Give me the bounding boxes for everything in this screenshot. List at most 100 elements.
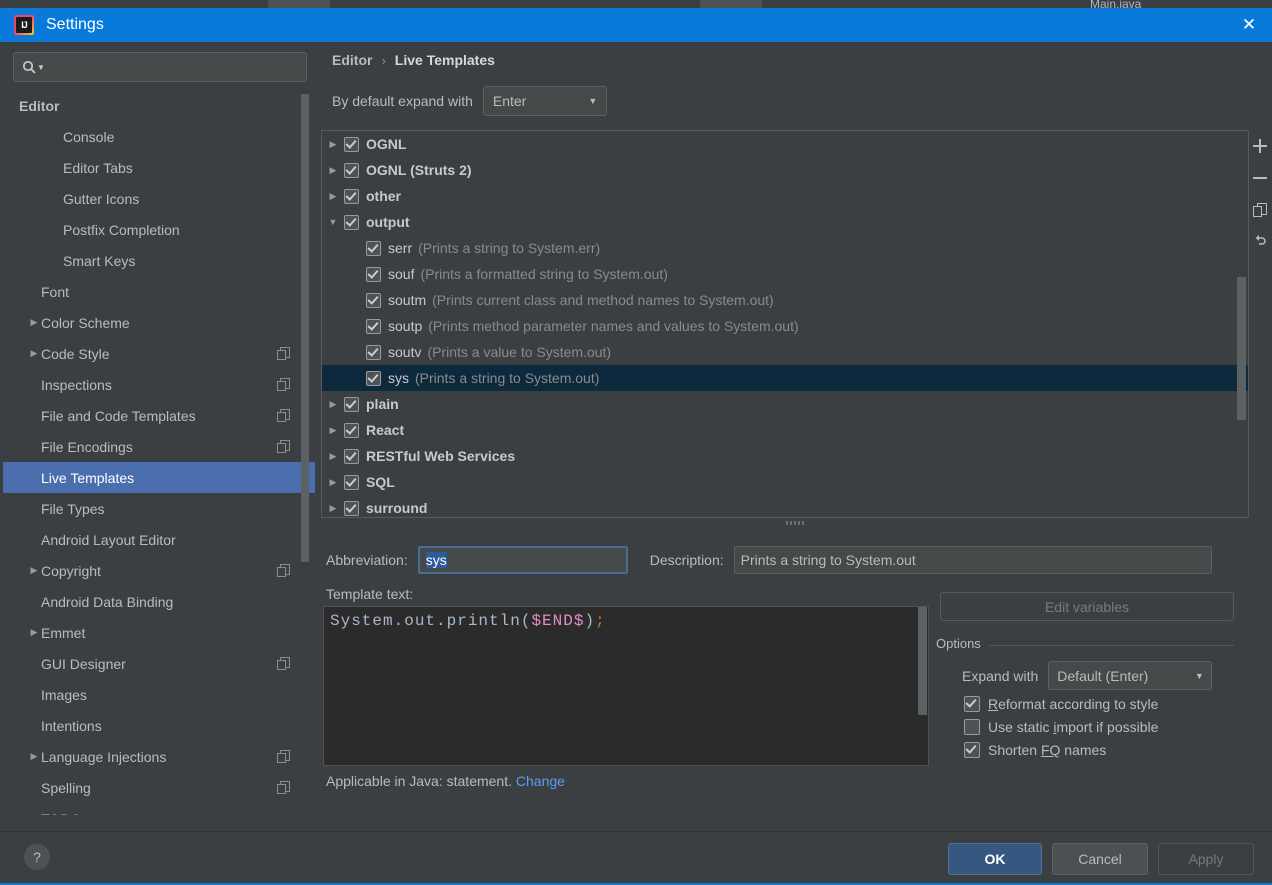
- template-row[interactable]: ▶ OGNL: [322, 131, 1248, 157]
- add-template-button[interactable]: [1248, 130, 1272, 162]
- sidebar-item-smart-keys[interactable]: Smart Keys: [3, 245, 315, 276]
- template-checkbox[interactable]: [344, 448, 359, 464]
- template-row[interactable]: ▶ React: [322, 417, 1248, 443]
- sidebar-item-language-injections[interactable]: ▶ Language Injections: [3, 741, 315, 772]
- cancel-button[interactable]: Cancel: [1052, 843, 1148, 875]
- abbreviation-field[interactable]: sys: [417, 546, 628, 574]
- option-checkbox[interactable]: [964, 742, 980, 758]
- sidebar-item-file-and-code-templates[interactable]: File and Code Templates: [3, 400, 315, 431]
- sidebar-item-copyright[interactable]: ▶ Copyright: [3, 555, 315, 586]
- sidebar-item-editor[interactable]: Editor: [3, 90, 315, 121]
- sidebar-item-color-scheme[interactable]: ▶ Color Scheme: [3, 307, 315, 338]
- default-expand-with-dropdown[interactable]: Enter ▼: [482, 86, 607, 116]
- sidebar-item-postfix-completion[interactable]: Postfix Completion: [3, 214, 315, 245]
- expand-arrow-icon[interactable]: ▶: [27, 348, 41, 359]
- option-checkbox-row[interactable]: Shorten FQ names: [964, 742, 1106, 758]
- sidebar-item-gui-designer[interactable]: GUI Designer: [3, 648, 315, 679]
- template-checkbox[interactable]: [344, 214, 359, 230]
- expand-with-dropdown[interactable]: Default (Enter) ▼: [1048, 661, 1213, 690]
- expand-arrow-icon[interactable]: ▶: [27, 751, 41, 762]
- search-input[interactable]: [44, 58, 306, 76]
- duplicate-template-button[interactable]: [1248, 194, 1272, 226]
- sidebar-item-inspections[interactable]: Inspections: [3, 369, 315, 400]
- sidebar-item-images[interactable]: Images: [3, 679, 315, 710]
- description-field[interactable]: Prints a string to System.out: [733, 546, 1212, 574]
- template-checkbox[interactable]: [366, 240, 381, 256]
- template-row[interactable]: soutv (Prints a value to System.out): [322, 339, 1248, 365]
- sidebar-item-live-templates[interactable]: Live Templates: [3, 462, 315, 493]
- template-checkbox[interactable]: [344, 422, 359, 438]
- change-context-link[interactable]: Change: [516, 773, 565, 789]
- template-checkbox[interactable]: [344, 162, 359, 178]
- revert-template-button[interactable]: [1248, 226, 1272, 258]
- sidebar-item-console[interactable]: Console: [3, 121, 315, 152]
- template-checkbox[interactable]: [366, 344, 381, 360]
- expand-arrow-icon[interactable]: ▶: [27, 627, 41, 638]
- expand-arrow-icon[interactable]: ▶: [322, 425, 344, 436]
- template-checkbox[interactable]: [344, 136, 359, 152]
- template-checkbox[interactable]: [366, 318, 381, 334]
- template-row[interactable]: ▶ SQL: [322, 469, 1248, 495]
- sidebar-scrollbar[interactable]: [301, 90, 309, 815]
- ok-button[interactable]: OK: [948, 843, 1042, 875]
- template-row[interactable]: ▶ RESTful Web Services: [322, 443, 1248, 469]
- sidebar-item-gutter-icons[interactable]: Gutter Icons: [3, 183, 315, 214]
- panel-splitter[interactable]: [318, 518, 1272, 528]
- close-icon[interactable]: ✕: [1226, 8, 1272, 42]
- sidebar-item-emmet[interactable]: ▶ Emmet: [3, 617, 315, 648]
- template-checkbox[interactable]: [344, 500, 359, 516]
- expand-arrow-icon[interactable]: ▶: [322, 503, 344, 514]
- sidebar-item-editor-tabs[interactable]: Editor Tabs: [3, 152, 315, 183]
- template-checkbox[interactable]: [366, 292, 381, 308]
- expand-arrow-icon[interactable]: ▶: [27, 565, 41, 576]
- template-checkbox[interactable]: [344, 188, 359, 204]
- template-text-scrollbar[interactable]: [917, 607, 928, 763]
- expand-arrow-icon[interactable]: ▶: [322, 191, 344, 202]
- sidebar-item-android-data-binding[interactable]: Android Data Binding: [3, 586, 315, 617]
- template-row[interactable]: soutp (Prints method parameter names and …: [322, 313, 1248, 339]
- sidebar-item-font[interactable]: Font: [3, 276, 315, 307]
- remove-template-button[interactable]: [1248, 162, 1272, 194]
- template-row[interactable]: ▼ output: [322, 209, 1248, 235]
- template-row[interactable]: ▶ other: [322, 183, 1248, 209]
- expand-arrow-icon[interactable]: ▶: [322, 139, 344, 150]
- template-checkbox[interactable]: [344, 474, 359, 490]
- template-row[interactable]: souf (Prints a formatted string to System…: [322, 261, 1248, 287]
- template-row[interactable]: sys (Prints a string to System.out): [322, 365, 1248, 391]
- edit-variables-button[interactable]: Edit variables: [940, 592, 1234, 621]
- template-checkbox[interactable]: [344, 396, 359, 412]
- template-row[interactable]: ▶ plain: [322, 391, 1248, 417]
- sidebar-scrollbar-thumb[interactable]: [301, 94, 309, 562]
- sidebar-item-code-style[interactable]: ▶ Code Style: [3, 338, 315, 369]
- expand-arrow-icon[interactable]: ▶: [27, 317, 41, 328]
- expand-arrow-icon[interactable]: ▶: [322, 451, 344, 462]
- expand-arrow-icon[interactable]: ▶: [322, 477, 344, 488]
- breadcrumb-parent[interactable]: Editor: [332, 52, 372, 68]
- apply-button[interactable]: Apply: [1158, 843, 1254, 875]
- template-row[interactable]: soutm (Prints current class and method na…: [322, 287, 1248, 313]
- option-checkbox[interactable]: [964, 696, 980, 712]
- expand-arrow-icon[interactable]: ▶: [322, 399, 344, 410]
- sidebar-item-spelling[interactable]: Spelling: [3, 772, 315, 803]
- search-options-caret-icon[interactable]: ▼: [37, 63, 45, 72]
- expand-arrow-icon[interactable]: ▶: [322, 165, 344, 176]
- template-row[interactable]: serr (Prints a string to System.err): [322, 235, 1248, 261]
- sidebar-item-intentions[interactable]: Intentions: [3, 710, 315, 741]
- help-button[interactable]: ?: [24, 844, 50, 870]
- template-row[interactable]: ▶ OGNL (Struts 2): [322, 157, 1248, 183]
- option-checkbox[interactable]: [964, 719, 980, 735]
- sidebar-tree[interactable]: Editor Console Editor Tabs Gutter Icons Post…: [3, 90, 315, 815]
- option-checkbox-row[interactable]: Use static import if possible: [964, 719, 1158, 735]
- option-checkbox-row[interactable]: Reformat according to style: [964, 696, 1158, 712]
- sidebar-item-file-encodings[interactable]: File Encodings: [3, 431, 315, 462]
- sidebar-item-file-types[interactable]: File Types: [3, 493, 315, 524]
- live-templates-tree-panel[interactable]: ▶ OGNL ▶ OGNL (Struts 2) ▶ other ▼ output serr (P…: [321, 130, 1249, 518]
- sidebar-item-todo[interactable]: TODO: [3, 803, 315, 816]
- template-text-editor[interactable]: System.out.println($END$);: [323, 606, 929, 766]
- settings-search-box[interactable]: ▼: [13, 52, 307, 82]
- templates-scrollbar[interactable]: [1237, 131, 1246, 515]
- template-checkbox[interactable]: [366, 266, 381, 282]
- templates-scrollbar-thumb[interactable]: [1237, 277, 1246, 420]
- template-row[interactable]: ▶ surround: [322, 495, 1248, 517]
- sidebar-item-android-layout-editor[interactable]: Android Layout Editor: [3, 524, 315, 555]
